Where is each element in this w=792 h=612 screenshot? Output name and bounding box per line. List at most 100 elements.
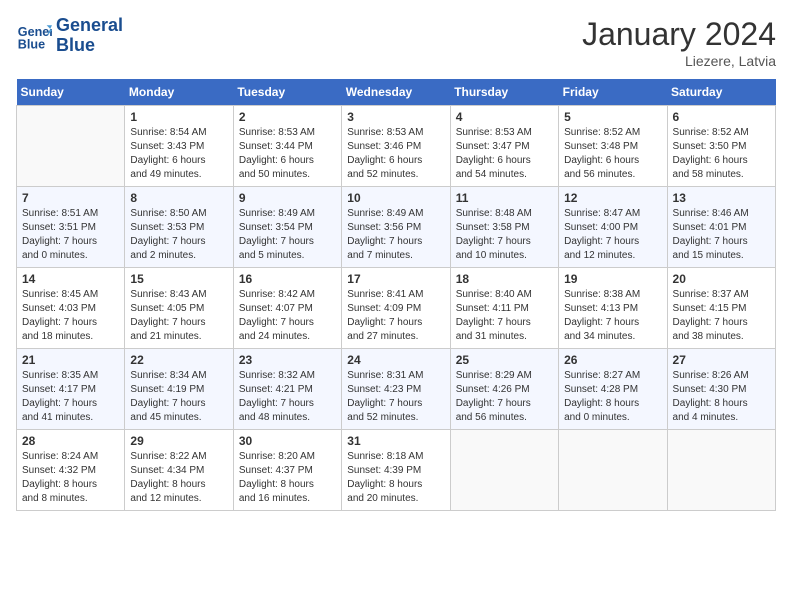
day-info: Sunrise: 8:45 AMSunset: 4:03 PMDaylight:… (22, 288, 119, 344)
day-info: Sunrise: 8:31 AMSunset: 4:23 PMDaylight:… (347, 369, 444, 425)
logo: General Blue General Blue (16, 16, 123, 56)
calendar-cell: 1 Sunrise: 8:54 AMSunset: 3:43 PMDaylight… (125, 106, 233, 187)
day-number: 7 (22, 191, 119, 205)
day-number: 26 (564, 353, 661, 367)
weekday-header-wednesday: Wednesday (342, 79, 450, 106)
day-info: Sunrise: 8:47 AMSunset: 4:00 PMDaylight:… (564, 207, 661, 263)
day-info: Sunrise: 8:49 AMSunset: 3:54 PMDaylight:… (239, 207, 336, 263)
calendar-cell: 21 Sunrise: 8:35 AMSunset: 4:17 PMDayligh… (17, 349, 125, 430)
day-number: 25 (456, 353, 553, 367)
logo-icon: General Blue (16, 18, 52, 54)
day-info: Sunrise: 8:35 AMSunset: 4:17 PMDaylight:… (22, 369, 119, 425)
calendar-cell: 27 Sunrise: 8:26 AMSunset: 4:30 PMDayligh… (667, 349, 775, 430)
title-block: January 2024 Liezere, Latvia (582, 16, 776, 69)
calendar-cell: 15Sunrise: 8:43 AMSunset: 4:05 PMDayligh… (125, 268, 233, 349)
day-number: 12 (564, 191, 661, 205)
day-number: 27 (673, 353, 770, 367)
day-number: 29 (130, 434, 227, 448)
calendar-cell: 5 Sunrise: 8:52 AMSunset: 3:48 PMDaylight… (559, 106, 667, 187)
day-info: Sunrise: 8:53 AMSunset: 3:46 PMDaylight:… (347, 126, 444, 182)
day-info: Sunrise: 8:42 AMSunset: 4:07 PMDaylight:… (239, 288, 336, 344)
weekday-header-thursday: Thursday (450, 79, 558, 106)
day-number: 8 (130, 191, 227, 205)
day-info: Sunrise: 8:46 AMSunset: 4:01 PMDaylight:… (673, 207, 770, 263)
day-info: Sunrise: 8:34 AMSunset: 4:19 PMDaylight:… (130, 369, 227, 425)
month-title: January 2024 (582, 16, 776, 53)
calendar-cell: 23Sunrise: 8:32 AMSunset: 4:21 PMDayligh… (233, 349, 341, 430)
day-info: Sunrise: 8:54 AMSunset: 3:43 PMDaylight:… (130, 126, 227, 182)
logo-text: General Blue (56, 16, 123, 56)
day-info: Sunrise: 8:52 AMSunset: 3:48 PMDaylight:… (564, 126, 661, 182)
calendar-cell: 9 Sunrise: 8:49 AMSunset: 3:54 PMDaylight… (233, 187, 341, 268)
day-info: Sunrise: 8:27 AMSunset: 4:28 PMDaylight:… (564, 369, 661, 425)
weekday-header-row: SundayMondayTuesdayWednesdayThursdayFrid… (17, 79, 776, 106)
day-info: Sunrise: 8:41 AMSunset: 4:09 PMDaylight:… (347, 288, 444, 344)
calendar-cell: 19 Sunrise: 8:38 AMSunset: 4:13 PMDayligh… (559, 268, 667, 349)
calendar-cell: 16 Sunrise: 8:42 AMSunset: 4:07 PMDayligh… (233, 268, 341, 349)
day-number: 1 (130, 110, 227, 124)
calendar-cell: 6 Sunrise: 8:52 AMSunset: 3:50 PMDaylight… (667, 106, 775, 187)
day-number: 28 (22, 434, 119, 448)
day-number: 5 (564, 110, 661, 124)
day-number: 3 (347, 110, 444, 124)
day-number: 24 (347, 353, 444, 367)
calendar-cell: 31 Sunrise: 8:18 AMSunset: 4:39 PMDayligh… (342, 430, 450, 511)
day-number: 19 (564, 272, 661, 286)
day-info: Sunrise: 8:48 AMSunset: 3:58 PMDaylight:… (456, 207, 553, 263)
week-row-4: 21 Sunrise: 8:35 AMSunset: 4:17 PMDayligh… (17, 349, 776, 430)
calendar-cell: 3 Sunrise: 8:53 AMSunset: 3:46 PMDaylight… (342, 106, 450, 187)
day-number: 11 (456, 191, 553, 205)
calendar-cell: 20Sunrise: 8:37 AMSunset: 4:15 PMDayligh… (667, 268, 775, 349)
calendar-cell: 18Sunrise: 8:40 AMSunset: 4:11 PMDayligh… (450, 268, 558, 349)
calendar-cell: 10 Sunrise: 8:49 AMSunset: 3:56 PMDayligh… (342, 187, 450, 268)
calendar-cell: 7 Sunrise: 8:51 AMSunset: 3:51 PMDaylight… (17, 187, 125, 268)
weekday-header-friday: Friday (559, 79, 667, 106)
day-number: 21 (22, 353, 119, 367)
calendar-cell: 11 Sunrise: 8:48 AMSunset: 3:58 PMDayligh… (450, 187, 558, 268)
page-header: General Blue General Blue January 2024 L… (16, 16, 776, 69)
calendar-cell: 4 Sunrise: 8:53 AMSunset: 3:47 PMDaylight… (450, 106, 558, 187)
weekday-header-sunday: Sunday (17, 79, 125, 106)
day-number: 6 (673, 110, 770, 124)
day-number: 13 (673, 191, 770, 205)
day-info: Sunrise: 8:52 AMSunset: 3:50 PMDaylight:… (673, 126, 770, 182)
day-info: Sunrise: 8:20 AMSunset: 4:37 PMDaylight:… (239, 450, 336, 506)
day-info: Sunrise: 8:53 AMSunset: 3:44 PMDaylight:… (239, 126, 336, 182)
day-info: Sunrise: 8:51 AMSunset: 3:51 PMDaylight:… (22, 207, 119, 263)
day-info: Sunrise: 8:22 AMSunset: 4:34 PMDaylight:… (130, 450, 227, 506)
calendar-cell: 22Sunrise: 8:34 AMSunset: 4:19 PMDayligh… (125, 349, 233, 430)
week-row-3: 14 Sunrise: 8:45 AMSunset: 4:03 PMDayligh… (17, 268, 776, 349)
day-info: Sunrise: 8:43 AMSunset: 4:05 PMDaylight:… (130, 288, 227, 344)
week-row-1: 1 Sunrise: 8:54 AMSunset: 3:43 PMDaylight… (17, 106, 776, 187)
calendar-cell: 28Sunrise: 8:24 AMSunset: 4:32 PMDayligh… (17, 430, 125, 511)
calendar-cell: 25 Sunrise: 8:29 AMSunset: 4:26 PMDayligh… (450, 349, 558, 430)
day-info: Sunrise: 8:38 AMSunset: 4:13 PMDaylight:… (564, 288, 661, 344)
calendar-cell: 14 Sunrise: 8:45 AMSunset: 4:03 PMDayligh… (17, 268, 125, 349)
calendar-cell (667, 430, 775, 511)
day-number: 10 (347, 191, 444, 205)
day-number: 31 (347, 434, 444, 448)
day-number: 14 (22, 272, 119, 286)
day-number: 30 (239, 434, 336, 448)
day-number: 9 (239, 191, 336, 205)
weekday-header-monday: Monday (125, 79, 233, 106)
day-info: Sunrise: 8:53 AMSunset: 3:47 PMDaylight:… (456, 126, 553, 182)
week-row-5: 28Sunrise: 8:24 AMSunset: 4:32 PMDayligh… (17, 430, 776, 511)
day-number: 16 (239, 272, 336, 286)
calendar-cell: 8Sunrise: 8:50 AMSunset: 3:53 PMDaylight… (125, 187, 233, 268)
calendar-table: SundayMondayTuesdayWednesdayThursdayFrid… (16, 79, 776, 511)
calendar-cell: 17 Sunrise: 8:41 AMSunset: 4:09 PMDayligh… (342, 268, 450, 349)
day-number: 17 (347, 272, 444, 286)
day-info: Sunrise: 8:29 AMSunset: 4:26 PMDaylight:… (456, 369, 553, 425)
day-info: Sunrise: 8:18 AMSunset: 4:39 PMDaylight:… (347, 450, 444, 506)
calendar-cell: 24 Sunrise: 8:31 AMSunset: 4:23 PMDayligh… (342, 349, 450, 430)
day-info: Sunrise: 8:40 AMSunset: 4:11 PMDaylight:… (456, 288, 553, 344)
week-row-2: 7 Sunrise: 8:51 AMSunset: 3:51 PMDaylight… (17, 187, 776, 268)
day-number: 4 (456, 110, 553, 124)
calendar-cell: 2Sunrise: 8:53 AMSunset: 3:44 PMDaylight… (233, 106, 341, 187)
day-info: Sunrise: 8:26 AMSunset: 4:30 PMDaylight:… (673, 369, 770, 425)
day-info: Sunrise: 8:37 AMSunset: 4:15 PMDaylight:… (673, 288, 770, 344)
day-info: Sunrise: 8:49 AMSunset: 3:56 PMDaylight:… (347, 207, 444, 263)
day-number: 23 (239, 353, 336, 367)
calendar-cell: 26 Sunrise: 8:27 AMSunset: 4:28 PMDayligh… (559, 349, 667, 430)
